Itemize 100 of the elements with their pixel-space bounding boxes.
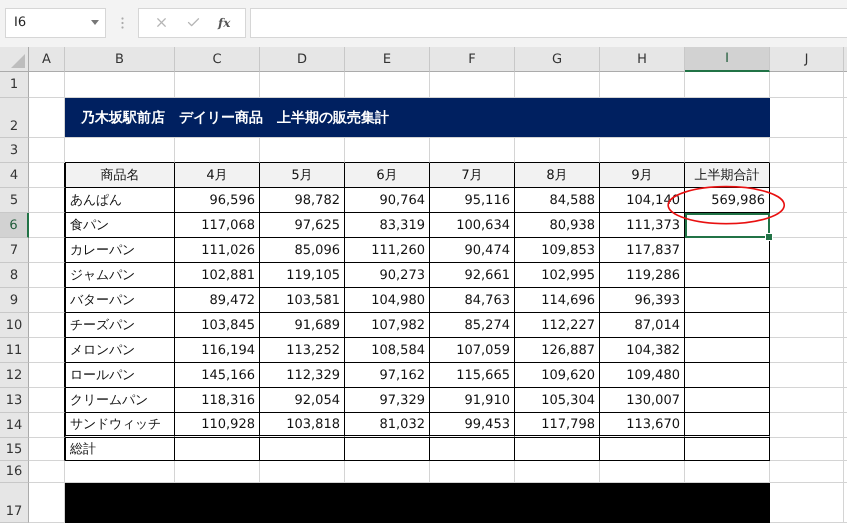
row-header[interactable]: 1 xyxy=(0,72,29,98)
table-cell: 96,393 xyxy=(600,288,685,313)
table-cell: 117,837 xyxy=(600,238,685,263)
caret-icon[interactable] xyxy=(91,20,99,25)
row-header[interactable]: 10 xyxy=(0,313,29,338)
sheet-title: 乃木坂駅前店 デイリー商品 上半期の販売集計 xyxy=(65,98,770,138)
column-heading: 9月 xyxy=(600,163,685,188)
table-cell: メロンパン xyxy=(65,338,175,363)
corner-triangle-icon xyxy=(11,54,25,68)
row-header[interactable]: 17 xyxy=(0,483,29,523)
table-cell: 105,304 xyxy=(515,388,600,413)
column-header[interactable]: H xyxy=(600,47,685,72)
table-cell: 97,329 xyxy=(345,388,430,413)
table-cell: 114,696 xyxy=(515,288,600,313)
row-header[interactable]: 14 xyxy=(0,413,29,438)
table-cell: 83,319 xyxy=(345,213,430,238)
table-cell: 90,764 xyxy=(345,188,430,213)
table-cell: 104,980 xyxy=(345,288,430,313)
table-cell: 92,661 xyxy=(430,263,515,288)
table-cell: バターパン xyxy=(65,288,175,313)
row-header[interactable]: 9 xyxy=(0,288,29,313)
table-cell: 90,474 xyxy=(430,238,515,263)
column-header[interactable]: E xyxy=(345,47,430,72)
column-header[interactable]: D xyxy=(260,47,345,72)
table-cell: 130,007 xyxy=(600,388,685,413)
table-cell: 118,316 xyxy=(175,388,260,413)
fill-handle[interactable] xyxy=(765,233,773,241)
row-header[interactable]: 5 xyxy=(0,188,29,213)
table-cell: 84,763 xyxy=(430,288,515,313)
row-header[interactable]: 13 xyxy=(0,388,29,413)
row-header[interactable]: 3 xyxy=(0,138,29,163)
column-heading: 上半期合計 xyxy=(685,163,770,188)
insert-function-button[interactable]: fx xyxy=(218,16,230,30)
table-cell: カレーパン xyxy=(65,238,175,263)
table-cell: 110,928 xyxy=(175,413,260,438)
table-cell: 85,096 xyxy=(260,238,345,263)
column-header[interactable]: A xyxy=(29,47,65,72)
table-cell: 食パン xyxy=(65,213,175,238)
table-cell: ロールパン xyxy=(65,363,175,388)
column-heading: 商品名 xyxy=(65,163,175,188)
table-cell: 109,853 xyxy=(515,238,600,263)
table-cell: 84,588 xyxy=(515,188,600,213)
table-cell: 111,373 xyxy=(600,213,685,238)
column-heading: 8月 xyxy=(515,163,600,188)
table-cell: 569,986 xyxy=(685,188,770,213)
select-all-button[interactable] xyxy=(0,47,29,72)
table-cell: 100,634 xyxy=(430,213,515,238)
row-header[interactable]: 11 xyxy=(0,338,29,363)
table-cell: 119,286 xyxy=(600,263,685,288)
table-cell: 107,982 xyxy=(345,313,430,338)
row-header[interactable]: 6 xyxy=(0,213,29,238)
row-header[interactable]: 4 xyxy=(0,163,29,188)
table-cell: 111,260 xyxy=(345,238,430,263)
table-cell: あんぱん xyxy=(65,188,175,213)
table-cell: 総計 xyxy=(65,438,175,461)
table-cell: 115,665 xyxy=(430,363,515,388)
row-header[interactable]: 12 xyxy=(0,363,29,388)
table-cell: 103,581 xyxy=(260,288,345,313)
row-header[interactable]: 15 xyxy=(0,438,29,461)
table-cell: 113,670 xyxy=(600,413,685,438)
table-cell: 113,252 xyxy=(260,338,345,363)
table-cell: 87,014 xyxy=(600,313,685,338)
table-cell: 109,480 xyxy=(600,363,685,388)
column-heading: 5月 xyxy=(260,163,345,188)
row-header[interactable]: 8 xyxy=(0,263,29,288)
row-header[interactable]: 2 xyxy=(0,98,29,138)
table-cell: 96,596 xyxy=(175,188,260,213)
name-box[interactable]: I6 xyxy=(5,8,106,38)
table-cell: 112,329 xyxy=(260,363,345,388)
column-heading: 7月 xyxy=(430,163,515,188)
table-cell: 99,453 xyxy=(430,413,515,438)
column-header[interactable]: C xyxy=(175,47,260,72)
column-header[interactable]: G xyxy=(515,47,600,72)
column-header[interactable]: F xyxy=(430,47,515,72)
table-cell: 145,166 xyxy=(175,363,260,388)
table-cell: 108,584 xyxy=(345,338,430,363)
formula-input[interactable] xyxy=(250,8,847,38)
column-header[interactable]: J xyxy=(770,47,844,72)
table-cell: 103,845 xyxy=(175,313,260,338)
table-cell: ジャムパン xyxy=(65,263,175,288)
column-header[interactable]: B xyxy=(65,47,175,72)
table-cell: 107,059 xyxy=(430,338,515,363)
column-header[interactable]: I xyxy=(685,47,770,72)
table-cell: 90,273 xyxy=(345,263,430,288)
row-header[interactable]: 16 xyxy=(0,461,29,483)
table-cell: 119,105 xyxy=(260,263,345,288)
table-cell: サンドウィッチ xyxy=(65,413,175,438)
column-heading: 4月 xyxy=(175,163,260,188)
table-cell: 80,938 xyxy=(515,213,600,238)
table-cell: 116,194 xyxy=(175,338,260,363)
table-cell: 97,625 xyxy=(260,213,345,238)
table-cell: 117,798 xyxy=(515,413,600,438)
table-cell: クリームパン xyxy=(65,388,175,413)
table-cell: 91,689 xyxy=(260,313,345,338)
column-heading: 6月 xyxy=(345,163,430,188)
table-cell: 91,910 xyxy=(430,388,515,413)
table-cell: 112,227 xyxy=(515,313,600,338)
row-header[interactable]: 7 xyxy=(0,238,29,263)
table-cell: 117,068 xyxy=(175,213,260,238)
table-cell: 109,620 xyxy=(515,363,600,388)
